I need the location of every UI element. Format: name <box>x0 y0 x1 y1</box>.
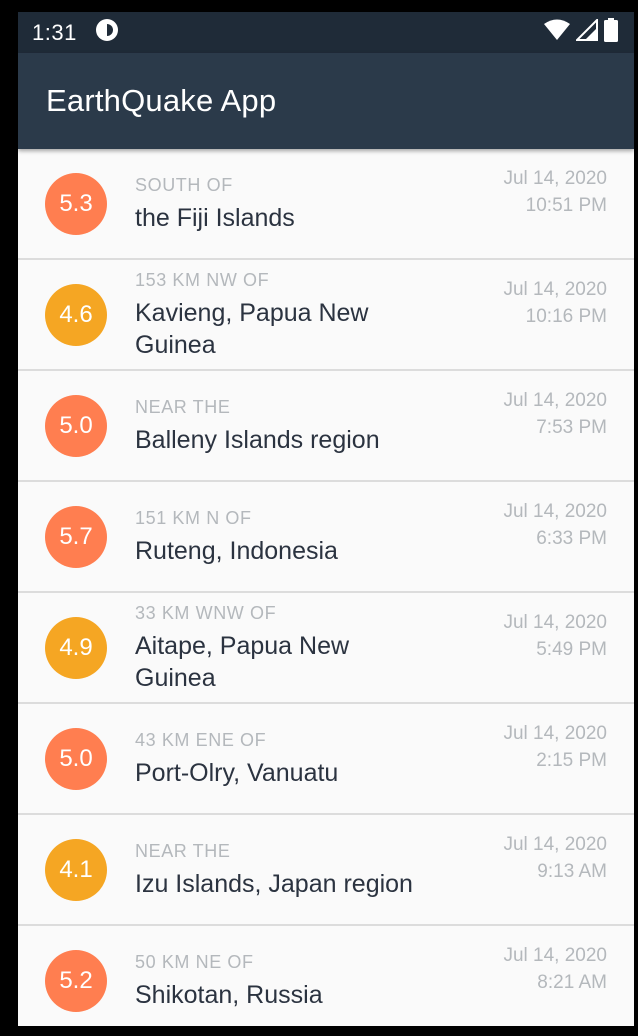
earthquake-list-item[interactable]: 5.3 SOUTH OF the Fiji Islands Jul 14, 20… <box>18 149 634 260</box>
datetime-block: Jul 14, 2020 10:16 PM <box>503 276 607 330</box>
quake-time: 8:21 AM <box>537 972 607 993</box>
magnitude-circle: 5.0 <box>45 727 107 790</box>
magnitude-circle: 5.7 <box>45 505 107 568</box>
location-offset: 151 KM N OF <box>135 507 252 528</box>
status-icons <box>544 17 618 47</box>
datetime-block: Jul 14, 2020 9:13 AM <box>503 831 607 885</box>
location-block: 153 KM NW OF Kavieng, Papua New Guinea <box>135 269 503 361</box>
quake-time: 6:33 PM <box>536 528 607 549</box>
status-time: 1:31 <box>32 19 77 45</box>
earthquake-list-item[interactable]: 4.6 153 KM NW OF Kavieng, Papua New Guin… <box>18 260 634 371</box>
magnitude-circle: 5.2 <box>45 949 107 1012</box>
app-title: EarthQuake App <box>46 83 277 118</box>
quake-time: 10:51 PM <box>525 195 607 216</box>
earthquake-list-item[interactable]: 4.1 NEAR THE Izu Islands, Japan region J… <box>18 815 634 926</box>
notification-app-icon <box>95 18 119 47</box>
battery-icon <box>604 18 618 47</box>
location-offset: 43 KM ENE OF <box>135 729 267 750</box>
status-left: 1:31 <box>32 18 119 47</box>
location-block: 50 KM NE OF Shikotan, Russia <box>135 951 503 1011</box>
magnitude-circle: 4.1 <box>45 838 107 901</box>
location-offset: 153 KM NW OF <box>135 269 270 290</box>
location-offset: NEAR THE <box>135 840 231 861</box>
magnitude-circle: 4.6 <box>45 283 107 346</box>
quake-time: 7:53 PM <box>536 417 607 438</box>
quake-date: Jul 14, 2020 <box>503 834 607 855</box>
location-block: 43 KM ENE OF Port-Olry, Vanuatu <box>135 729 503 789</box>
location-block: SOUTH OF the Fiji Islands <box>135 174 503 234</box>
datetime-block: Jul 14, 2020 2:15 PM <box>503 720 607 774</box>
datetime-block: Jul 14, 2020 6:33 PM <box>503 498 607 552</box>
earthquake-list[interactable]: 5.3 SOUTH OF the Fiji Islands Jul 14, 20… <box>18 149 634 1026</box>
quake-time: 10:16 PM <box>525 306 607 327</box>
location-offset: SOUTH OF <box>135 174 233 195</box>
earthquake-list-item[interactable]: 5.0 43 KM ENE OF Port-Olry, Vanuatu Jul … <box>18 704 634 815</box>
primary-location: Port-Olry, Vanuatu <box>135 758 339 787</box>
earthquake-list-item[interactable]: 4.9 33 KM WNW OF Aitape, Papua New Guine… <box>18 593 634 704</box>
status-bar: 1:31 <box>18 12 634 53</box>
quake-time: 5:49 PM <box>536 639 607 660</box>
quake-time: 2:15 PM <box>536 750 607 771</box>
earthquake-list-item[interactable]: 5.7 151 KM N OF Ruteng, Indonesia Jul 14… <box>18 482 634 593</box>
datetime-block: Jul 14, 2020 5:49 PM <box>503 609 607 663</box>
quake-date: Jul 14, 2020 <box>503 612 607 633</box>
datetime-block: Jul 14, 2020 10:51 PM <box>503 165 607 219</box>
primary-location: Shikotan, Russia <box>135 980 323 1009</box>
quake-date: Jul 14, 2020 <box>503 168 607 189</box>
location-block: 151 KM N OF Ruteng, Indonesia <box>135 507 503 567</box>
quake-date: Jul 14, 2020 <box>503 390 607 411</box>
primary-location: Kavieng, Papua New Guinea <box>135 298 369 359</box>
primary-location: Ruteng, Indonesia <box>135 536 338 565</box>
location-offset: NEAR THE <box>135 396 231 417</box>
wifi-icon <box>544 19 570 46</box>
earthquake-list-item[interactable]: 5.2 50 KM NE OF Shikotan, Russia Jul 14,… <box>18 926 634 1026</box>
magnitude-circle: 4.9 <box>45 616 107 679</box>
location-block: NEAR THE Izu Islands, Japan region <box>135 840 503 900</box>
location-block: NEAR THE Balleny Islands region <box>135 396 503 456</box>
datetime-block: Jul 14, 2020 7:53 PM <box>503 387 607 441</box>
location-block: 33 KM WNW OF Aitape, Papua New Guinea <box>135 602 503 694</box>
primary-location: Aitape, Papua New Guinea <box>135 631 350 692</box>
location-offset: 33 KM WNW OF <box>135 602 277 623</box>
magnitude-circle: 5.3 <box>45 172 107 235</box>
phone-screen: 1:31 EarthQuake App 5.3 SOUTH OF the Fij… <box>18 12 634 1026</box>
earthquake-list-item[interactable]: 5.0 NEAR THE Balleny Islands region Jul … <box>18 371 634 482</box>
app-bar: EarthQuake App <box>18 53 634 149</box>
quake-date: Jul 14, 2020 <box>503 945 607 966</box>
cell-signal-icon <box>574 17 598 46</box>
magnitude-circle: 5.0 <box>45 394 107 457</box>
quake-date: Jul 14, 2020 <box>503 501 607 522</box>
primary-location: Izu Islands, Japan region <box>135 869 413 898</box>
quake-time: 9:13 AM <box>537 861 607 882</box>
location-offset: 50 KM NE OF <box>135 951 254 972</box>
quake-date: Jul 14, 2020 <box>503 723 607 744</box>
datetime-block: Jul 14, 2020 8:21 AM <box>503 942 607 996</box>
primary-location: the Fiji Islands <box>135 203 295 232</box>
primary-location: Balleny Islands region <box>135 425 380 454</box>
quake-date: Jul 14, 2020 <box>503 279 607 300</box>
